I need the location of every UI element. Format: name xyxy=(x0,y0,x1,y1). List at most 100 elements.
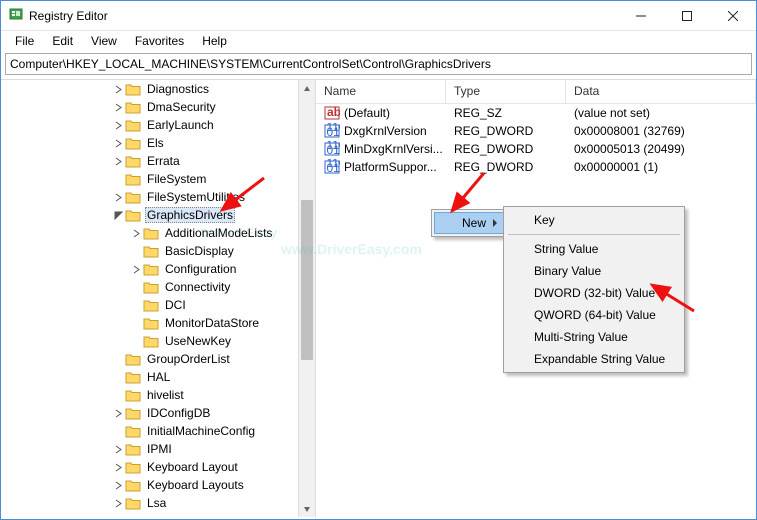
tree-node-label: Keyboard Layouts xyxy=(145,478,246,492)
context-menu-new[interactable]: Key String ValueBinary ValueDWORD (32-bit… xyxy=(503,206,685,373)
tree-pane[interactable]: DiagnosticsDmaSecurity EarlyLaunch Els Erra… xyxy=(1,80,316,517)
menu-item[interactable]: DWORD (32-bit) Value xyxy=(506,282,682,304)
folder-icon xyxy=(143,262,159,276)
tree-node[interactable]: InitialMachineConfig xyxy=(1,422,315,440)
value-name: DxgKrnlVersion xyxy=(344,124,427,138)
folder-icon xyxy=(125,406,141,420)
expand-toggle-icon[interactable] xyxy=(111,139,125,148)
menu-file[interactable]: File xyxy=(7,32,42,50)
menu-item[interactable]: Binary Value xyxy=(506,260,682,282)
value-row[interactable]: ab(Default)REG_SZ(value not set) xyxy=(316,104,756,122)
tree-node-label: Errata xyxy=(145,154,182,168)
tree-node[interactable]: Errata xyxy=(1,152,315,170)
expand-toggle-icon[interactable] xyxy=(129,265,143,274)
values-list[interactable]: ab(Default)REG_SZ(value not set)110011Dx… xyxy=(316,104,756,176)
folder-icon xyxy=(125,370,141,384)
expand-toggle-icon[interactable] xyxy=(111,481,125,490)
folder-icon xyxy=(125,442,141,456)
tree-node[interactable]: GraphicsDrivers xyxy=(1,206,315,224)
menu-item[interactable]: Key xyxy=(506,209,682,231)
svg-text:ab: ab xyxy=(327,105,340,119)
tree-node[interactable]: Diagnostics xyxy=(1,80,315,98)
menu-item[interactable]: Expandable String Value xyxy=(506,348,682,370)
expand-toggle-icon[interactable] xyxy=(111,211,125,220)
tree-node[interactable]: AdditionalModeLists xyxy=(1,224,315,242)
maximize-button[interactable] xyxy=(664,1,710,31)
tree-node[interactable]: Els xyxy=(1,134,315,152)
context-menu-parent[interactable]: New xyxy=(431,209,509,237)
menu-item[interactable]: Multi-String Value xyxy=(506,326,682,348)
binary-value-icon: 110011 xyxy=(324,159,340,175)
expand-toggle-icon[interactable] xyxy=(111,409,125,418)
tree-node[interactable]: Keyboard Layout xyxy=(1,458,315,476)
close-button[interactable] xyxy=(710,1,756,31)
folder-icon xyxy=(143,244,159,258)
tree-node[interactable]: GroupOrderList xyxy=(1,350,315,368)
tree-node[interactable]: hivelist xyxy=(1,386,315,404)
menu-item[interactable]: String Value xyxy=(506,238,682,260)
tree-node-label: HAL xyxy=(145,370,172,384)
tree-node-label: GraphicsDrivers xyxy=(145,207,235,223)
scroll-down-icon[interactable] xyxy=(299,500,315,517)
menu-favorites[interactable]: Favorites xyxy=(127,32,192,50)
menu-help[interactable]: Help xyxy=(194,32,235,50)
value-row[interactable]: 110011MinDxgKrnlVersi...REG_DWORD0x00005… xyxy=(316,140,756,158)
tree-scrollbar[interactable] xyxy=(298,80,315,517)
binary-value-icon: 110011 xyxy=(324,123,340,139)
folder-icon xyxy=(125,460,141,474)
tree-node[interactable]: IPMI xyxy=(1,440,315,458)
tree-node-label: Lsa xyxy=(145,496,168,510)
tree-node-label: AdditionalModeLists xyxy=(163,226,274,240)
folder-icon xyxy=(125,208,141,222)
expand-toggle-icon[interactable] xyxy=(111,157,125,166)
minimize-button[interactable] xyxy=(618,1,664,31)
tree-node-label: BasicDisplay xyxy=(163,244,236,258)
expand-toggle-icon[interactable] xyxy=(111,103,125,112)
col-name[interactable]: Name xyxy=(316,80,446,103)
value-row[interactable]: 110011DxgKrnlVersionREG_DWORD0x00008001 … xyxy=(316,122,756,140)
tree-node[interactable]: DmaSecurity xyxy=(1,98,315,116)
tree-node[interactable]: FileSystem xyxy=(1,170,315,188)
value-row[interactable]: 110011PlatformSuppor...REG_DWORD0x000000… xyxy=(316,158,756,176)
expand-toggle-icon[interactable] xyxy=(111,85,125,94)
col-data[interactable]: Data xyxy=(566,80,756,103)
tree-node[interactable]: DCI xyxy=(1,296,315,314)
menu-item[interactable]: QWORD (64-bit) Value xyxy=(506,304,682,326)
expand-toggle-icon[interactable] xyxy=(111,463,125,472)
expand-toggle-icon[interactable] xyxy=(111,193,125,202)
expand-toggle-icon[interactable] xyxy=(111,499,125,508)
key-tree[interactable]: DiagnosticsDmaSecurity EarlyLaunch Els Erra… xyxy=(1,80,315,517)
col-type[interactable]: Type xyxy=(446,80,566,103)
tree-node[interactable]: FileSystemUtilities xyxy=(1,188,315,206)
address-bar[interactable]: Computer\HKEY_LOCAL_MACHINE\SYSTEM\Curre… xyxy=(5,53,752,75)
tree-node-label: FileSystem xyxy=(145,172,208,186)
address-text: Computer\HKEY_LOCAL_MACHINE\SYSTEM\Curre… xyxy=(10,57,491,71)
tree-node[interactable]: IDConfigDB xyxy=(1,404,315,422)
menu-edit[interactable]: Edit xyxy=(44,32,81,50)
tree-node[interactable]: EarlyLaunch xyxy=(1,116,315,134)
tree-node-label: EarlyLaunch xyxy=(145,118,216,132)
tree-node[interactable]: Configuration xyxy=(1,260,315,278)
value-type: REG_DWORD xyxy=(446,142,566,156)
scroll-thumb[interactable] xyxy=(301,200,313,360)
expand-toggle-icon[interactable] xyxy=(129,229,143,238)
folder-icon xyxy=(125,424,141,438)
value-type: REG_DWORD xyxy=(446,124,566,138)
expand-toggle-icon[interactable] xyxy=(111,445,125,454)
binary-value-icon: 110011 xyxy=(324,141,340,157)
tree-node[interactable]: BasicDisplay xyxy=(1,242,315,260)
folder-icon xyxy=(125,190,141,204)
value-data: (value not set) xyxy=(566,106,756,120)
tree-node[interactable]: HAL xyxy=(1,368,315,386)
tree-node[interactable]: Connectivity xyxy=(1,278,315,296)
tree-node[interactable]: MonitorDataStore xyxy=(1,314,315,332)
tree-node[interactable]: Lsa xyxy=(1,494,315,512)
scroll-up-icon[interactable] xyxy=(299,80,315,97)
folder-icon xyxy=(125,496,141,510)
menu-view[interactable]: View xyxy=(83,32,125,50)
value-data: 0x00000001 (1) xyxy=(566,160,756,174)
menu-item-new[interactable]: New xyxy=(434,212,506,234)
tree-node[interactable]: Keyboard Layouts xyxy=(1,476,315,494)
expand-toggle-icon[interactable] xyxy=(111,121,125,130)
tree-node[interactable]: UseNewKey xyxy=(1,332,315,350)
